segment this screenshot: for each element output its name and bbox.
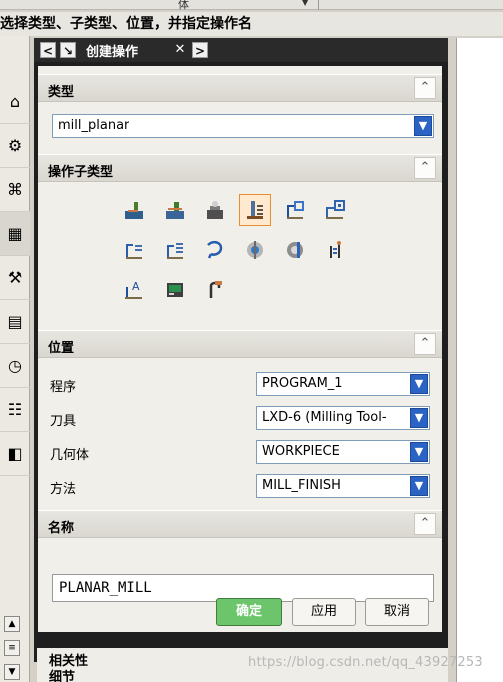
program-label: 程序	[50, 380, 77, 395]
chevron-down-icon[interactable]: ▼	[410, 408, 428, 428]
mill-user-icon[interactable]	[199, 274, 231, 306]
collapse-icon[interactable]: ⌃	[414, 333, 436, 355]
collapse-icon[interactable]: ⌃	[414, 157, 436, 179]
groove-mill-icon[interactable]	[199, 234, 231, 266]
details-section-header[interactable]: 细节	[37, 668, 448, 682]
type-section-title: 类型	[48, 85, 75, 100]
mill-control-icon[interactable]	[159, 274, 191, 306]
planar-profile-icon[interactable]	[279, 194, 311, 226]
geometry-label: 几何体	[50, 448, 90, 463]
top-fragment: 体	[178, 0, 189, 11]
settings-icon[interactable]: ⚙	[0, 124, 30, 168]
subtype-section-header[interactable]: 操作子类型 ⌃	[38, 154, 442, 182]
create-operation-dialog: < ↘ 创建操作 ✕ > 类型 ⌃ mill_planar ▼ 操作子类型 ⌃	[34, 38, 448, 662]
solid-profile-icon[interactable]	[279, 234, 311, 266]
dialog-title: 创建操作	[86, 45, 139, 60]
svg-text:A: A	[132, 280, 140, 293]
dialog-body: 类型 ⌃ mill_planar ▼ 操作子类型 ⌃ A 位置 ⌃ 程序 PRO…	[38, 66, 442, 632]
right-gap	[448, 38, 456, 682]
window-top-strip: 体 ▼	[0, 0, 503, 11]
name-section-title: 名称	[48, 521, 75, 536]
face-mill-area-icon[interactable]	[118, 194, 150, 226]
chevron-down-icon[interactable]: ▼	[410, 374, 428, 394]
thread-mill-icon[interactable]	[319, 234, 351, 266]
cancel-button[interactable]: 取消	[365, 598, 429, 626]
cleanup-corners-icon[interactable]	[319, 194, 351, 226]
tab-down-button[interactable]: ↘	[60, 42, 76, 58]
details-section-title: 细节	[49, 670, 76, 682]
tool-value: LXD-6 (Milling Tool-	[262, 410, 387, 425]
finish-floor-icon[interactable]	[159, 234, 191, 266]
geometry-value: WORKPIECE	[262, 444, 340, 459]
program-value: PROGRAM_1	[262, 376, 343, 391]
tab-right-button[interactable]: >	[192, 42, 208, 58]
type-section-header[interactable]: 类型 ⌃	[38, 74, 442, 102]
planar-text-icon[interactable]: A	[118, 274, 150, 306]
location-section-header[interactable]: 位置 ⌃	[38, 330, 442, 358]
face-mill-manual-icon[interactable]	[199, 194, 231, 226]
hierarchy-icon[interactable]: ⌘	[0, 168, 30, 212]
type-dropdown[interactable]: mill_planar ▼	[52, 114, 434, 138]
ok-button[interactable]: 确定	[216, 598, 282, 626]
model-icon[interactable]: ▦	[0, 212, 30, 256]
dialog-tabbar: < ↘ 创建操作 ✕ >	[34, 38, 448, 62]
name-section-header[interactable]: 名称 ⌃	[38, 510, 442, 538]
watermark: https://blog.csdn.net/qq_43927253	[248, 655, 483, 670]
subtype-section-title: 操作子类型	[48, 165, 114, 180]
separator	[318, 0, 319, 10]
finish-walls-icon[interactable]	[118, 234, 150, 266]
chevron-down-icon[interactable]: ▼	[414, 116, 432, 136]
geometry-dropdown[interactable]: WORKPIECE ▼	[256, 440, 430, 464]
graphics-window	[456, 38, 503, 682]
apply-button[interactable]: 应用	[292, 598, 356, 626]
tab-left-button[interactable]: <	[40, 42, 56, 58]
close-icon[interactable]: ✕	[172, 42, 188, 58]
method-value: MILL_FINISH	[262, 478, 341, 493]
method-dropdown[interactable]: MILL_FINISH ▼	[256, 474, 430, 498]
document-icon[interactable]: ▤	[0, 300, 30, 344]
palette-icon[interactable]: ◧	[0, 432, 30, 476]
chevron-down-icon[interactable]: ▼	[410, 476, 428, 496]
cue-line: 选择类型、子类型、位置，并指定操作名	[0, 12, 503, 36]
scroll-up-button[interactable]: ▲	[4, 616, 20, 632]
list-icon[interactable]: ☷	[0, 388, 30, 432]
method-label: 方法	[50, 482, 77, 497]
hole-chamfer-icon[interactable]	[239, 234, 271, 266]
type-value: mill_planar	[58, 118, 130, 133]
resource-toolbar: ⌂ ⚙ ⌘ ▦ ⚒ ▤ ◷ ☷ ◧ ▲ ≡ ▼	[0, 36, 30, 682]
chevron-down-icon[interactable]: ▼	[410, 442, 428, 462]
tree-icon[interactable]: ⌂	[0, 80, 30, 124]
clock-icon[interactable]: ◷	[0, 344, 30, 388]
scroll-mid-button[interactable]: ≡	[4, 640, 20, 656]
location-section-title: 位置	[48, 341, 75, 356]
scroll-down-button[interactable]: ▼	[4, 664, 20, 680]
tool-icon[interactable]: ⚒	[0, 256, 30, 300]
tool-label: 刀具	[50, 414, 77, 429]
planar-mill-icon[interactable]	[239, 194, 271, 226]
collapse-icon[interactable]: ⌃	[414, 77, 436, 99]
program-dropdown[interactable]: PROGRAM_1 ▼	[256, 372, 430, 396]
tool-dropdown[interactable]: LXD-6 (Milling Tool- ▼	[256, 406, 430, 430]
collapse-icon[interactable]: ⌃	[414, 513, 436, 535]
dropdown-triangle-icon[interactable]: ▼	[302, 0, 308, 7]
face-mill-icon[interactable]	[159, 194, 191, 226]
